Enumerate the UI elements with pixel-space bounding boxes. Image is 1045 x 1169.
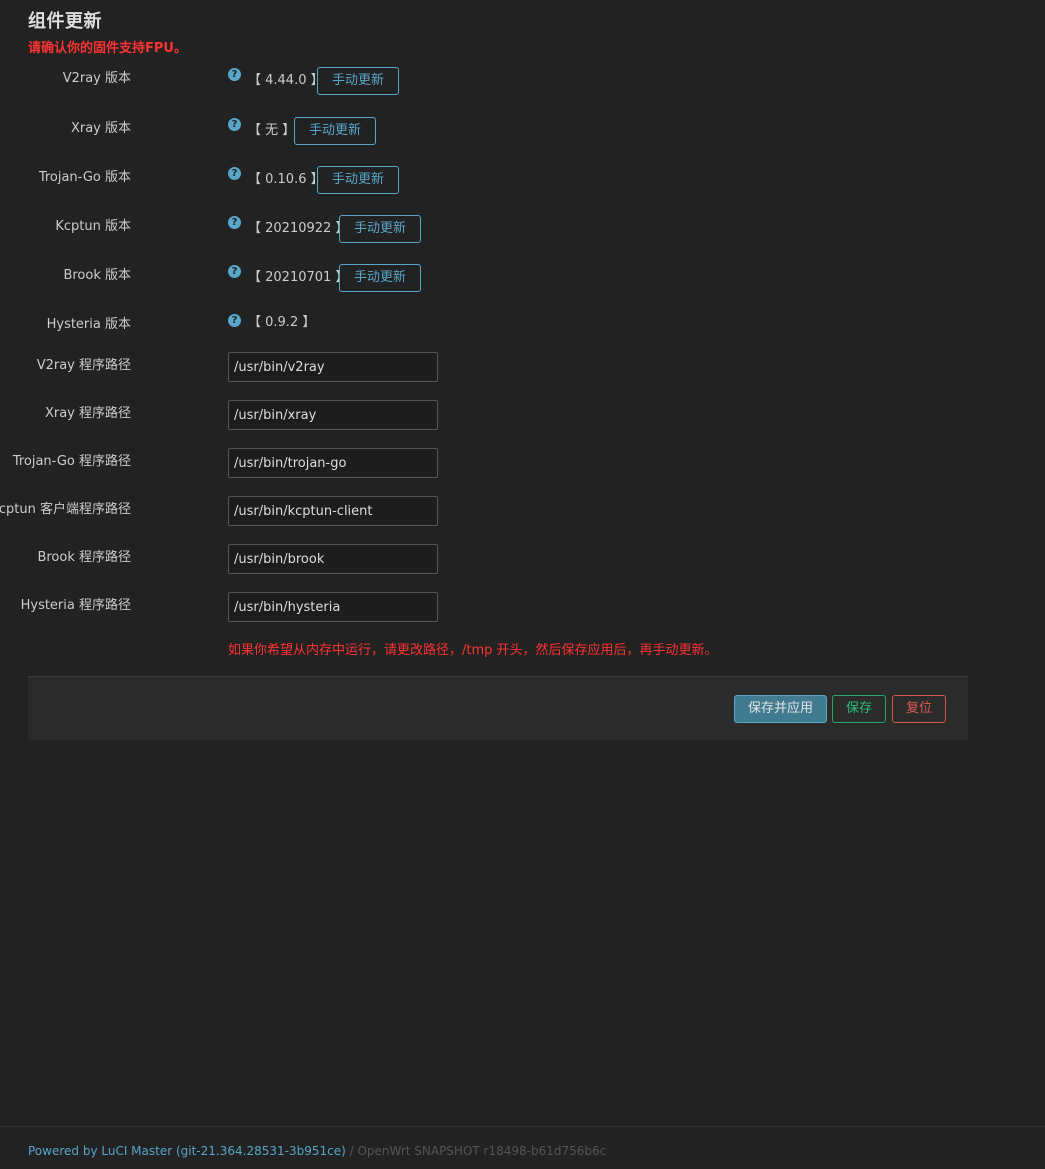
openwrt-build-info: OpenWrt SNAPSHOT r18498-b61d756b6c [357,1144,607,1158]
help-icon[interactable]: ? [228,68,241,81]
hysteria-path-row: Hysteria 程序路径 [0,592,968,622]
help-icon[interactable]: ? [228,216,241,229]
xray-path-input[interactable] [228,400,438,430]
brook-update-button[interactable]: 手动更新 [339,264,422,292]
trojan-go-version-row: Trojan-Go 版本 ? 【 0.10.6 】 手动更新 [0,166,968,196]
brook-path-input[interactable] [228,544,438,574]
page: 组件更新 请确认你的固件支持FPU。 V2ray 版本 ? 【 4.44.0 】… [0,0,1045,1169]
save-button[interactable]: 保存 [832,695,887,723]
tmp-path-note: 如果你希望从内存中运行，请更改路径，/tmp 开头，然后保存应用后，再手动更新。 [228,643,718,658]
luci-link[interactable]: Powered by LuCI Master (git-21.364.28531… [28,1144,346,1158]
kcptun-version-row: Kcptun 版本 ? 【 20210922 】 手动更新 [0,215,968,245]
form-actions: 保存并应用 保存 复位 [28,676,968,740]
kcptun-path-input[interactable] [228,496,438,526]
footer: Powered by LuCI Master (git-21.364.28531… [28,1144,606,1158]
help-icon[interactable]: ? [228,118,241,131]
v2ray-version-label: V2ray 版本 [62,71,131,86]
v2ray-path-input[interactable] [228,352,438,382]
hysteria-version-value: 【 0.9.2 】 [248,315,316,330]
trojan-go-version-value: 【 0.10.6 】 [248,172,324,187]
trojan-go-update-button[interactable]: 手动更新 [317,166,400,194]
v2ray-version-value: 【 4.44.0 】 [248,73,324,88]
xray-path-row: Xray 程序路径 [0,400,968,430]
fpu-warning: 请确认你的固件支持FPU。 [28,41,187,56]
kcptun-update-button[interactable]: 手动更新 [339,215,422,243]
brook-path-row: Brook 程序路径 [0,544,968,574]
help-icon[interactable]: ? [228,314,241,327]
brook-version-label: Brook 版本 [63,268,131,283]
footer-divider [0,1126,1045,1127]
brook-version-row: Brook 版本 ? 【 20210701 】 手动更新 [0,264,968,294]
v2ray-path-label: V2ray 程序路径 [36,358,131,373]
hysteria-version-label: Hysteria 版本 [46,317,131,332]
save-apply-button[interactable]: 保存并应用 [734,695,828,723]
section-title: 组件更新 [28,11,102,32]
xray-version-row: Xray 版本 ? 【 无 】 手动更新 [0,117,968,147]
trojan-go-version-label: Trojan-Go 版本 [38,170,131,185]
v2ray-update-button[interactable]: 手动更新 [317,67,400,95]
trojan-go-path-label: Trojan-Go 程序路径 [12,454,131,469]
xray-path-label: Xray 程序路径 [44,406,131,421]
xray-version-label: Xray 版本 [70,121,131,136]
trojan-go-path-row: Trojan-Go 程序路径 [0,448,968,478]
hysteria-path-input[interactable] [228,592,438,622]
help-icon[interactable]: ? [228,167,241,180]
xray-update-button[interactable]: 手动更新 [294,117,377,145]
v2ray-version-row: V2ray 版本 ? 【 4.44.0 】 手动更新 [0,67,968,97]
help-icon[interactable]: ? [228,265,241,278]
hysteria-path-label: Hysteria 程序路径 [20,598,131,613]
hysteria-version-row: Hysteria 版本 ? 【 0.9.2 】 [0,313,968,343]
xray-version-value: 【 无 】 [248,123,296,138]
trojan-go-path-input[interactable] [228,448,438,478]
kcptun-path-label: Kcptun 客户端程序路径 [0,502,131,517]
kcptun-path-row: Kcptun 客户端程序路径 [0,496,968,526]
brook-version-value: 【 20210701 】 [248,270,349,285]
brook-path-label: Brook 程序路径 [37,550,131,565]
v2ray-path-row: V2ray 版本 V2ray 程序路径 [0,352,968,382]
reset-button[interactable]: 复位 [892,695,947,723]
kcptun-version-value: 【 20210922 】 [248,221,349,236]
kcptun-version-label: Kcptun 版本 [55,219,131,234]
footer-separator: / [345,1144,358,1158]
